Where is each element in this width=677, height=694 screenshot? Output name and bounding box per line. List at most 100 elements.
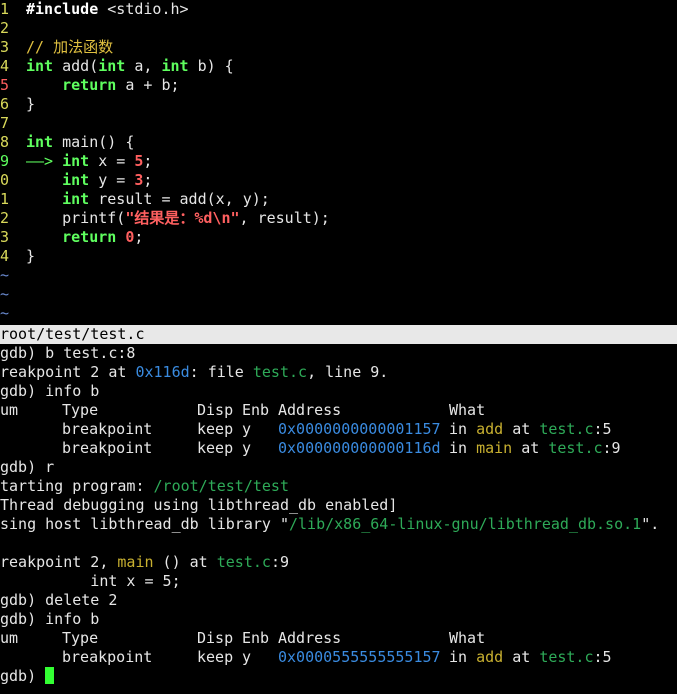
table-header: um Type Disp Enb Address What [0, 629, 486, 647]
address-value: 0x0000555555555157 [278, 648, 441, 666]
source-line: 1 int result = add(x, y); [0, 190, 677, 209]
code-token: <stdio.h> [98, 0, 189, 18]
console-line: reakpoint 2 at 0x116d: file test.c, line… [0, 363, 389, 381]
table-row: breakpoint keep y 0x0000000000001157 in … [62, 420, 612, 438]
code-token: } [26, 247, 36, 265]
source-line: 5 return a + b; [0, 76, 677, 95]
line-number: 7 [0, 114, 10, 132]
terminal-window: 1 #include <stdio.h> 2 3// 加法函数 4 int add(int… [0, 0, 677, 694]
console-blank [0, 534, 677, 553]
source-line: 9 ——> int x = 5; [0, 152, 677, 171]
console-line: gdb) info b [0, 382, 100, 400]
source-line: 3 // 加法函数 [0, 38, 677, 57]
code-token: ; [143, 152, 153, 170]
gdb-console[interactable]: gdb) b test.c:8 reakpoint 2 at 0x116d: f… [0, 344, 677, 686]
line-number: 8 [0, 133, 10, 151]
code-token: , result); [239, 209, 330, 227]
tilde-marker: ~ [0, 285, 10, 303]
function-name: add [476, 648, 504, 666]
code-token: int [161, 57, 189, 75]
code-token: return [62, 76, 117, 94]
address-value: 0x116d [135, 363, 190, 381]
console-line: gdb) delete 2 [0, 591, 118, 609]
code-token: b) { [188, 57, 234, 75]
library-path: /lib/x86_64-linux-gnu/libthread_db.so.1 [288, 515, 642, 533]
code-token: int [26, 57, 54, 75]
code-token: } [26, 95, 36, 113]
file-link: test.c [539, 420, 594, 438]
source-line: 2 [0, 19, 677, 38]
code-token: a, [125, 57, 162, 75]
console-line: sing host libthread_db library "/lib/x86… [0, 515, 660, 533]
status-bar: root/test/test.c [0, 325, 677, 344]
line-number: 1 [0, 190, 10, 208]
code-token: x = [89, 152, 135, 170]
code-token: int [62, 190, 90, 208]
file-link: test.c [548, 439, 603, 457]
console-line: gdb) b test.c:8 [0, 344, 136, 362]
code-token: "结果是：%d\n" [125, 209, 240, 227]
function-name: main [117, 553, 154, 571]
function-name: add [476, 420, 504, 438]
status-filename: root/test/test.c [0, 325, 145, 343]
code-token: main() { [53, 133, 135, 151]
table-row: breakpoint keep y 0x000000000000116d in … [62, 439, 621, 457]
function-name: main [476, 439, 513, 457]
code-token: a + b; [116, 76, 180, 94]
line-number: 0 [0, 171, 10, 189]
text-cursor[interactable] [45, 667, 55, 684]
line-number: 4 [0, 57, 10, 75]
console-line: tarting program: /root/test/test [0, 477, 289, 495]
source-line: 2 printf("结果是：%d\n", result); [0, 209, 677, 228]
file-link: test.c [216, 553, 271, 571]
tilde-marker: ~ [0, 304, 10, 322]
gdb-prompt-line[interactable]: gdb) [0, 667, 677, 686]
line-number: 2 [0, 19, 10, 37]
code-token: int [62, 171, 90, 189]
line-number: 2 [0, 209, 10, 227]
program-path: /root/test/test [153, 477, 289, 495]
source-line: 4 int add(int a, int b) { [0, 57, 677, 76]
source-line: 7 [0, 114, 677, 133]
line-number: 6 [0, 95, 10, 113]
code-token: printf( [26, 209, 126, 227]
code-token: return [62, 228, 117, 246]
code-token: add( [53, 57, 99, 75]
code-token: ; [134, 228, 144, 246]
source-view: 1 #include <stdio.h> 2 3// 加法函数 4 int add(int… [0, 0, 677, 323]
line-number: 3 [0, 228, 10, 246]
empty-line-marker: ~ [0, 304, 677, 323]
code-token: #include [26, 0, 99, 18]
code-token: y = [89, 171, 135, 189]
code-token: int [98, 57, 126, 75]
file-link: test.c [252, 363, 308, 381]
current-line-arrow-icon: ——> [26, 152, 63, 170]
source-line: 8 int main() { [0, 133, 677, 152]
address-value: 0x000000000000116d [278, 439, 441, 457]
table-header: um Type Disp Enb Address What [0, 401, 486, 419]
source-line: 3 return 0; [0, 228, 677, 247]
console-line: gdb) r [0, 458, 55, 476]
source-line: 1 #include <stdio.h> [0, 0, 677, 19]
line-number: 4 [0, 247, 10, 265]
code-token: // 加法函数 [26, 38, 114, 56]
source-line: 0 int y = 3; [0, 171, 677, 190]
console-line: Thread debugging using libthread_db enab… [0, 496, 398, 514]
line-number: 3 [0, 38, 10, 56]
gdb-prompt: gdb) [0, 667, 46, 685]
empty-line-marker: ~ [0, 285, 677, 304]
source-line: 4} [0, 247, 677, 266]
code-token: int [26, 133, 54, 151]
code-token: int [62, 152, 90, 170]
table-row: breakpoint keep y 0x0000555555555157 in … [62, 648, 612, 666]
tilde-marker: ~ [0, 266, 10, 284]
code-token: ; [143, 171, 153, 189]
console-line: int x = 5; [0, 572, 181, 590]
address-value: 0x0000000000001157 [278, 420, 441, 438]
line-number: 5 [0, 76, 10, 94]
line-number: 9 [0, 152, 10, 170]
